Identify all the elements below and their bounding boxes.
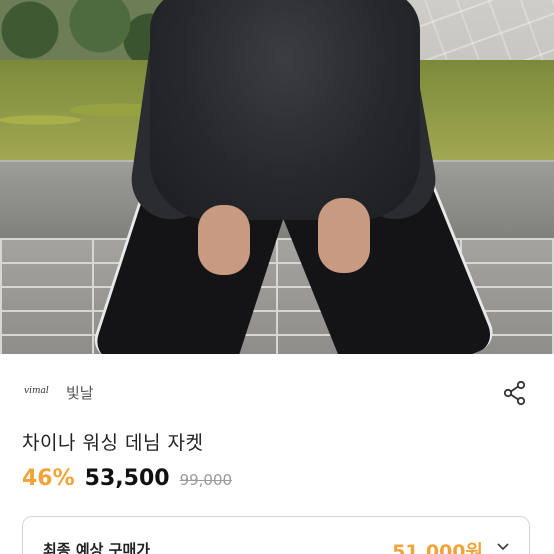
original-price: 99,000 xyxy=(179,471,233,489)
shop-logo[interactable]: vimal xyxy=(24,386,49,396)
final-price-label: 최종 예상 구매가 xyxy=(43,541,151,554)
chevron-down-icon xyxy=(497,543,509,551)
final-price-value: 51,000원 xyxy=(392,541,483,554)
product-image[interactable] xyxy=(0,0,554,354)
final-price-box[interactable]: 최종 예상 구매가 51,000원 xyxy=(22,516,530,554)
price-row: 46% 53,500 99,000 xyxy=(22,466,232,496)
discount-rate: 46% xyxy=(22,466,75,491)
sale-price: 53,500 xyxy=(84,466,170,491)
share-icon xyxy=(503,380,526,406)
model-left-hand xyxy=(198,205,250,275)
product-title: 차이나 워싱 데님 자켓 xyxy=(22,432,204,454)
model-right-hand xyxy=(318,198,370,273)
shop-name[interactable]: 빛날 xyxy=(66,382,94,403)
shop-row: vimal 빛날 xyxy=(0,372,554,416)
product-detail-page: vimal 빛날 차이나 워싱 데님 자켓 46% 53,500 99,000 … xyxy=(0,0,554,554)
model-jacket xyxy=(150,0,420,220)
share-button[interactable] xyxy=(500,378,530,408)
